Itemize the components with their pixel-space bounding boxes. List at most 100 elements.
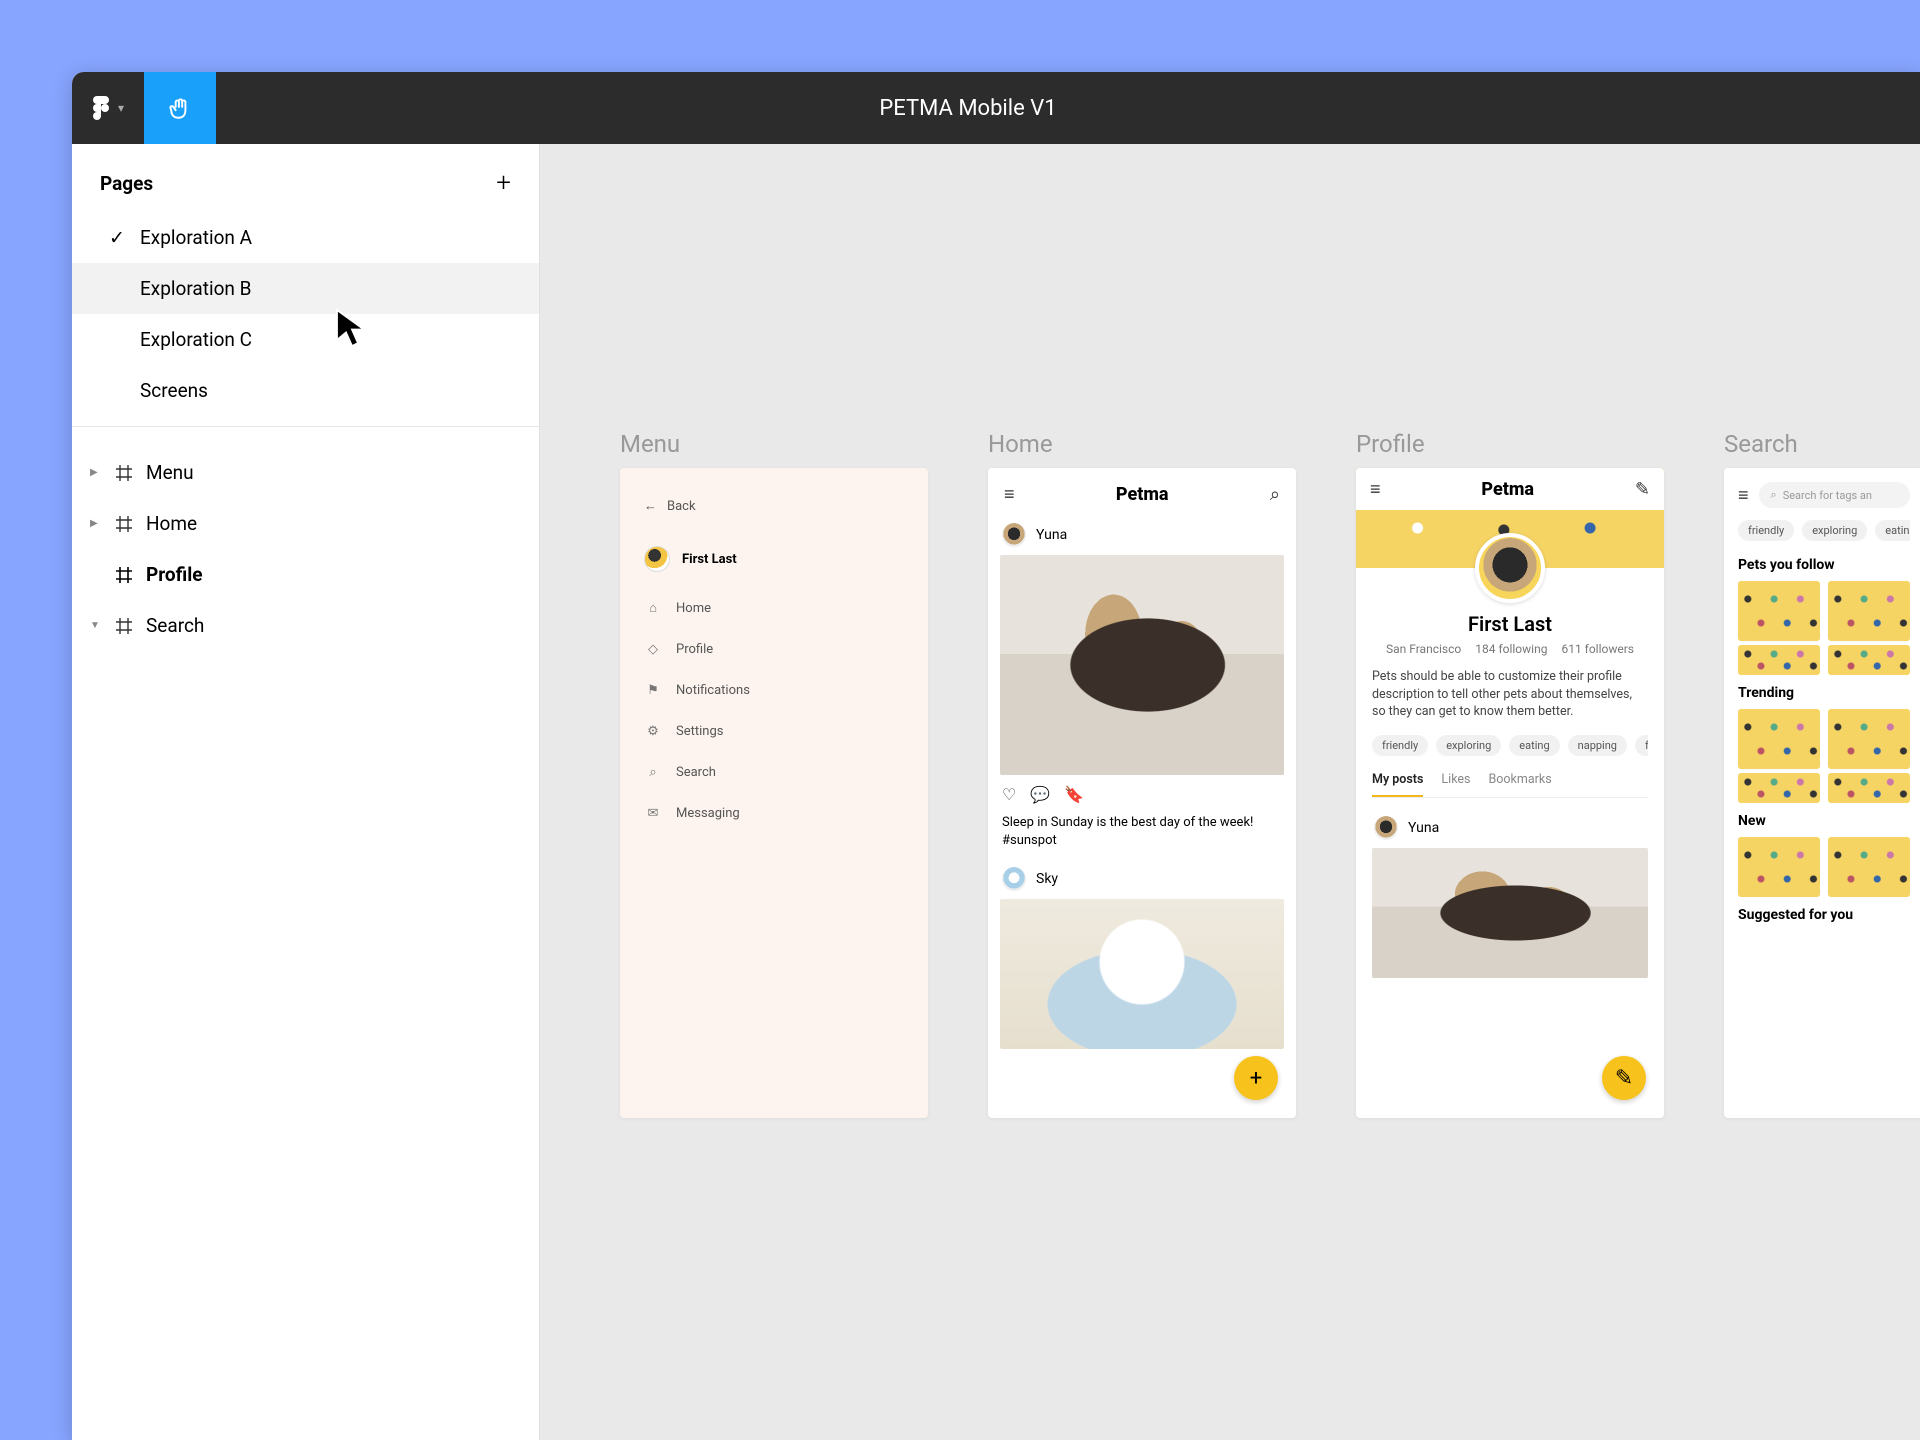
- page-item-exploration-a[interactable]: ✓ Exploration A: [72, 212, 539, 263]
- feed-caption: Sleep in Sunday is the best day of the w…: [1000, 814, 1284, 859]
- artboard-home[interactable]: ≡ Petma ⌕ Yuna ♡ 💬: [988, 468, 1296, 1118]
- artboard-menu[interactable]: ← Back First Last ⌂Home ◇Profile ⚑Notifi…: [620, 468, 928, 1118]
- feed-user-row[interactable]: Sky: [1000, 859, 1284, 899]
- bookmark-icon[interactable]: 🔖: [1064, 785, 1084, 804]
- thumbnail[interactable]: [1828, 709, 1910, 769]
- layers-list: ▶ Menu ▶ Home ▶: [72, 427, 539, 651]
- feed-user-row[interactable]: Yuna: [1000, 515, 1284, 555]
- artboard-label[interactable]: Profile: [1356, 430, 1664, 458]
- feed-username: Yuna: [1408, 820, 1439, 836]
- page-item-screens[interactable]: ✓ Screens: [72, 365, 539, 416]
- tag[interactable]: exploring: [1802, 520, 1867, 541]
- menu-item-profile[interactable]: ◇Profile: [644, 632, 904, 667]
- thumbnail[interactable]: [1738, 645, 1820, 675]
- artboard-label[interactable]: Search: [1724, 430, 1920, 458]
- feed-username: Sky: [1036, 871, 1058, 887]
- artboard-label[interactable]: Home: [988, 430, 1296, 458]
- thumbnail[interactable]: [1738, 837, 1820, 897]
- profile-following[interactable]: 184 following: [1475, 642, 1547, 656]
- tag[interactable]: exploring: [1436, 735, 1501, 756]
- profile-tabs: My posts Likes Bookmarks: [1372, 772, 1648, 798]
- home-feed: Yuna ♡ 💬 🔖 Sleep in Sunday is the best d…: [988, 515, 1296, 1049]
- hand-tool-button[interactable]: [144, 72, 216, 144]
- menu-icon[interactable]: ≡: [1004, 484, 1015, 505]
- layer-profile[interactable]: ▶ Profile: [72, 549, 539, 600]
- artboard-search[interactable]: ≡ ⌕ Search for tags an friendly explorin…: [1724, 468, 1920, 1118]
- thumbnail[interactable]: [1828, 645, 1910, 675]
- fab-add-button[interactable]: +: [1234, 1056, 1278, 1100]
- hand-icon: [167, 95, 193, 121]
- layer-label: Menu: [146, 461, 194, 484]
- feed-user-row[interactable]: Yuna: [1372, 808, 1648, 848]
- menu-back-row[interactable]: ← Back: [620, 468, 928, 534]
- feed-image-dog[interactable]: [1000, 555, 1284, 775]
- section-pets-you-follow: Pets you follow: [1738, 557, 1910, 573]
- menu-item-settings[interactable]: ⚙Settings: [644, 714, 904, 749]
- tab-my-posts[interactable]: My posts: [1372, 772, 1423, 797]
- thumb-row: [1738, 581, 1910, 641]
- menu-item-home[interactable]: ⌂Home: [644, 590, 904, 626]
- tag[interactable]: eating: [1509, 735, 1559, 756]
- frame-icon: [114, 616, 134, 636]
- fab-edit-button[interactable]: ✎: [1602, 1056, 1646, 1100]
- add-page-button[interactable]: +: [496, 168, 511, 198]
- tag[interactable]: napping: [1568, 735, 1627, 756]
- thumbnail[interactable]: [1738, 709, 1820, 769]
- layer-search[interactable]: ▼ Search: [72, 600, 539, 651]
- thumbnail[interactable]: [1828, 581, 1910, 641]
- canvas[interactable]: Menu ← Back First Last ⌂Home ◇Profile: [540, 144, 1920, 1440]
- feed-username: Yuna: [1036, 527, 1067, 543]
- menu-item-messaging[interactable]: ✉Messaging: [644, 796, 904, 831]
- artboard-profile-wrap: Profile ≡ Petma ✎ First Last: [1356, 430, 1664, 1118]
- tag[interactable]: friendly: [1738, 520, 1794, 541]
- figma-logo-icon: [92, 95, 110, 121]
- search-input[interactable]: ⌕ Search for tags an: [1759, 482, 1910, 508]
- tag[interactable]: friendly: [1372, 735, 1428, 756]
- profile-avatar[interactable]: [1475, 533, 1545, 603]
- artboard-profile[interactable]: ≡ Petma ✎ First Last San Francisco 184 f…: [1356, 468, 1664, 1118]
- artboard-label[interactable]: Menu: [620, 430, 928, 458]
- figma-main-menu[interactable]: ▾: [72, 72, 144, 144]
- home-topbar: ≡ Petma ⌕: [988, 468, 1296, 515]
- arrow-left-icon: ←: [644, 498, 657, 514]
- caret-right-icon: ▶: [90, 518, 102, 529]
- menu-user-row[interactable]: First Last: [620, 534, 928, 590]
- feed-image-bird[interactable]: [1000, 899, 1284, 1049]
- chevron-down-icon: ▾: [118, 101, 124, 115]
- section-suggested: Suggested for you: [1738, 907, 1910, 923]
- menu-item-search[interactable]: ⌕Search: [644, 755, 904, 790]
- tag[interactable]: eating: [1875, 520, 1910, 541]
- document-title[interactable]: PETMA Mobile V1: [216, 96, 1920, 121]
- tab-bookmarks[interactable]: Bookmarks: [1489, 772, 1552, 797]
- heart-icon[interactable]: ♡: [1002, 785, 1016, 804]
- menu-label: Profile: [676, 642, 713, 657]
- thumbnail[interactable]: [1738, 773, 1820, 803]
- search-icon[interactable]: ⌕: [1270, 484, 1280, 505]
- thumbnail[interactable]: [1738, 581, 1820, 641]
- frame-icon: [114, 565, 134, 585]
- menu-item-notifications[interactable]: ⚑Notifications: [644, 673, 904, 708]
- page-item-exploration-c[interactable]: ✓ Exploration C: [72, 314, 539, 365]
- page-item-exploration-b[interactable]: ✓ Exploration B: [72, 263, 539, 314]
- layer-home[interactable]: ▶ Home: [72, 498, 539, 549]
- main-area: Pages + ✓ Exploration A ✓ Exploration B …: [72, 144, 1920, 1440]
- layer-label: Profile: [146, 563, 203, 586]
- artboard-menu-wrap: Menu ← Back First Last ⌂Home ◇Profile: [620, 430, 928, 1118]
- profile-feed: Yuna: [1372, 798, 1648, 978]
- tag[interactable]: fetch: [1635, 735, 1648, 756]
- profile-feed-image[interactable]: [1372, 848, 1648, 978]
- thumb-row: [1738, 773, 1910, 803]
- thumb-row: [1738, 837, 1910, 897]
- avatar: [1002, 523, 1026, 547]
- pages-label: Pages: [100, 172, 153, 195]
- comment-icon[interactable]: 💬: [1030, 785, 1050, 804]
- menu-icon[interactable]: ≡: [1370, 479, 1381, 500]
- tab-likes[interactable]: Likes: [1441, 772, 1470, 797]
- thumbnail[interactable]: [1828, 837, 1910, 897]
- layer-menu[interactable]: ▶ Menu: [72, 447, 539, 498]
- menu-icon[interactable]: ≡: [1738, 485, 1749, 506]
- edit-icon[interactable]: ✎: [1635, 479, 1650, 500]
- avatar: [644, 546, 670, 572]
- profile-followers[interactable]: 611 followers: [1561, 642, 1634, 656]
- thumbnail[interactable]: [1828, 773, 1910, 803]
